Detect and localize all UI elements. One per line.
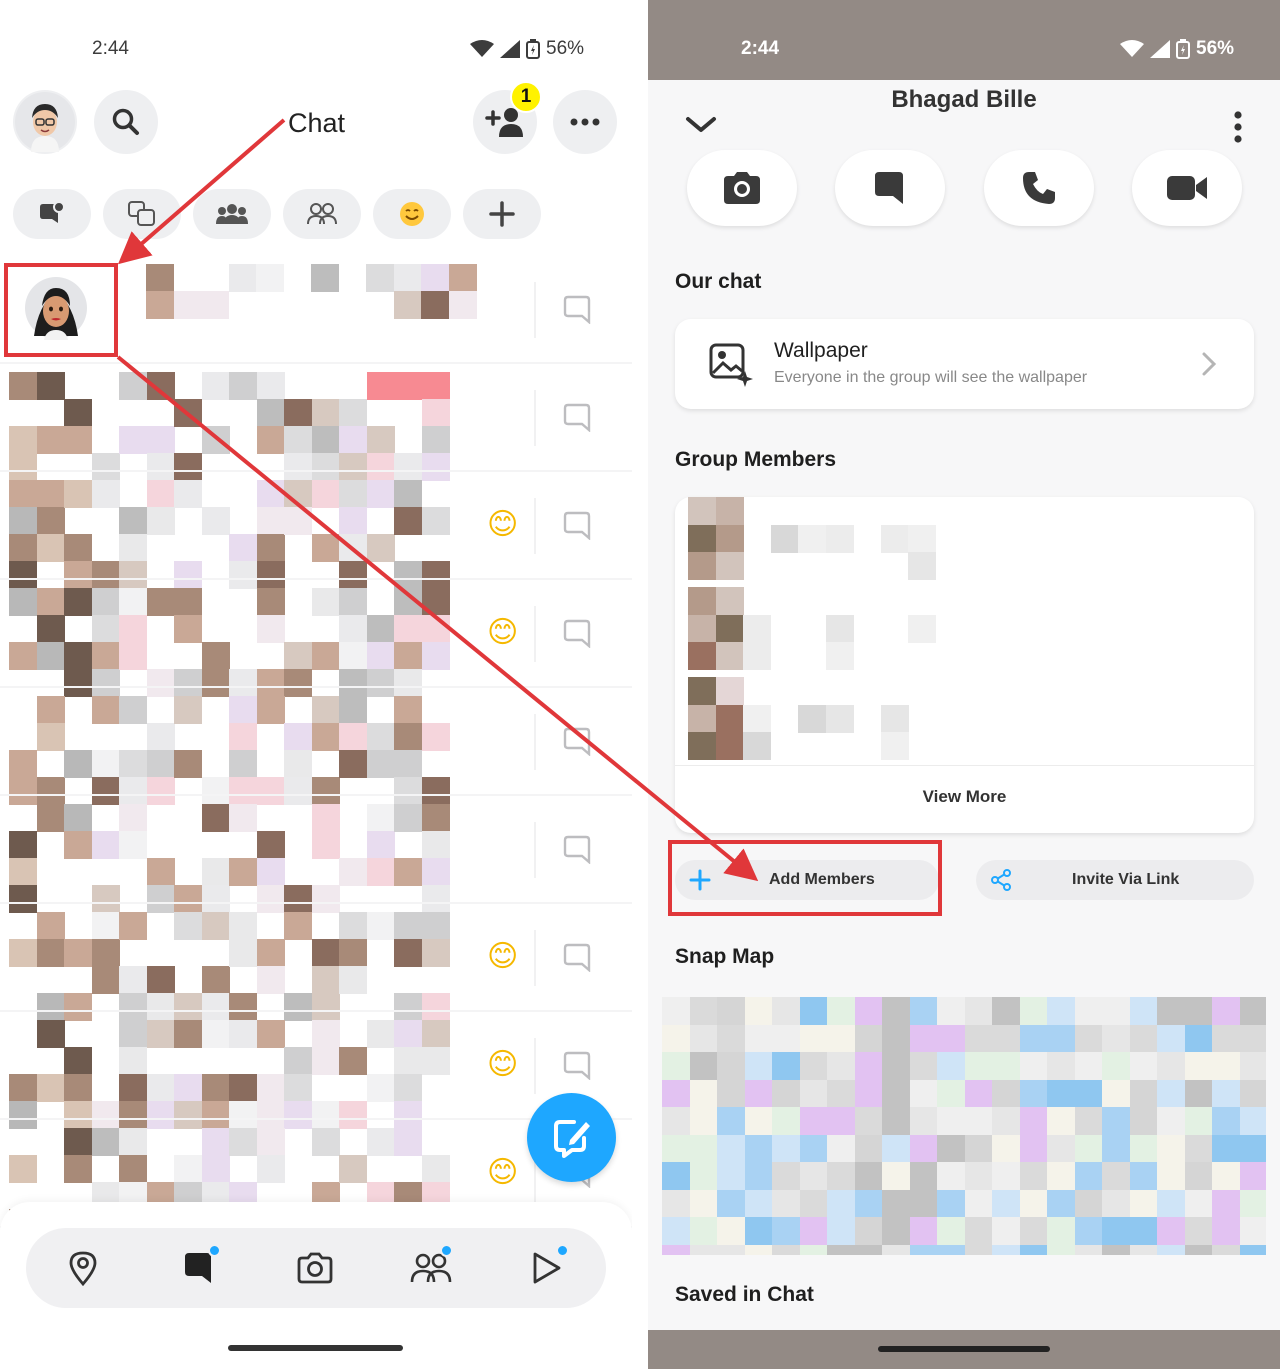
arrow-to-add-members — [116, 355, 759, 882]
arrow-to-chat — [117, 118, 286, 265]
annotation-arrows — [116, 118, 759, 882]
